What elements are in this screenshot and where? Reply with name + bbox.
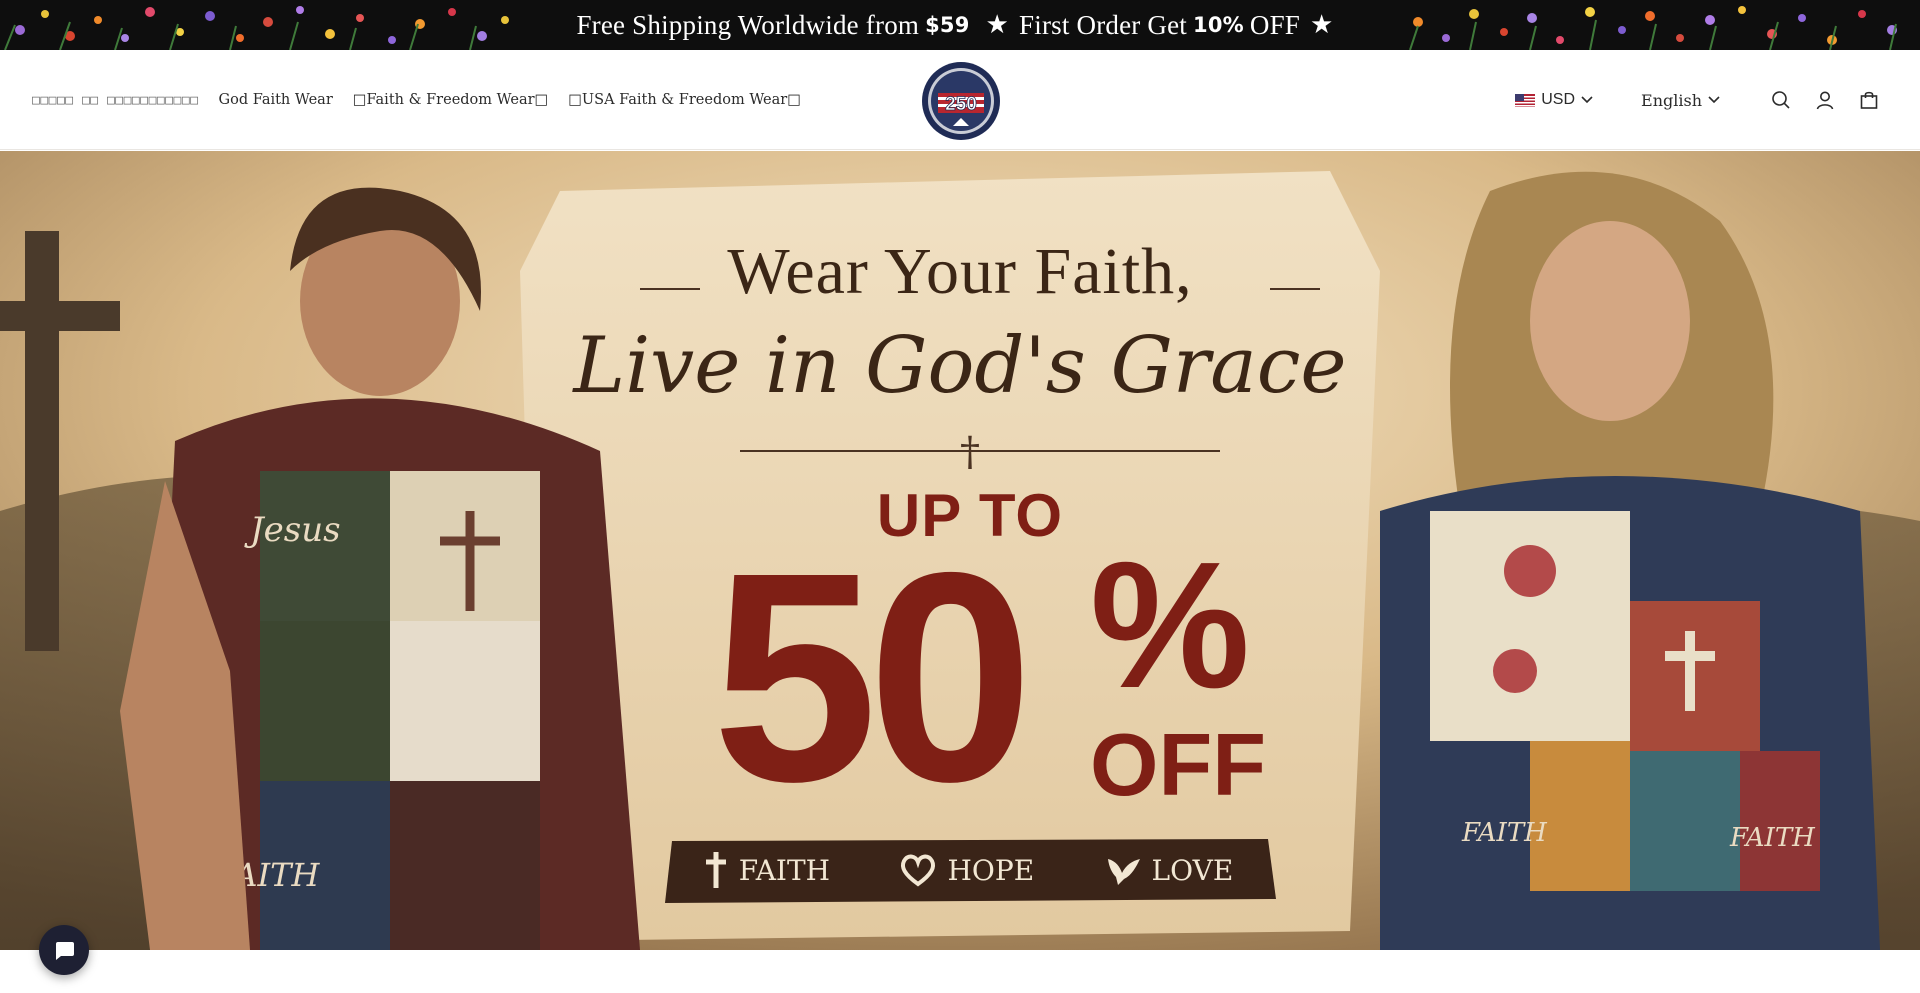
announcement-part2: First Order Get: [1019, 9, 1188, 40]
value-faith-label: FAITH: [738, 853, 831, 887]
site-logo[interactable]: 250: [920, 60, 1002, 142]
nav-item-god-faith-wear[interactable]: God Faith Wear: [219, 92, 333, 108]
shirt-text-faith-right2: FAITH: [1729, 823, 1816, 853]
cart-icon[interactable]: [1858, 89, 1880, 111]
header-tools: USD English: [1515, 50, 1880, 150]
star-icon: ★: [1310, 10, 1334, 39]
value-love-label: LOVE: [1151, 853, 1234, 887]
chat-launcher-button[interactable]: [39, 925, 89, 975]
chevron-down-icon: [1708, 96, 1720, 104]
cross-icon: [705, 852, 726, 888]
chat-icon: [56, 942, 74, 960]
star-icon: ★: [985, 10, 1010, 39]
site-header: □□□□□ □□ □□□□□□□□□□□ God Faith Wear □Fai…: [0, 50, 1920, 150]
value-faith: FAITH: [703, 850, 830, 890]
chevron-down-icon: [1581, 96, 1593, 104]
us-flag-icon: [1515, 93, 1536, 107]
currency-label: USD: [1541, 91, 1576, 108]
svg-text:250: 250: [945, 94, 977, 115]
account-icon[interactable]: [1814, 89, 1836, 111]
hero-headline: Wear Your Faith,: [727, 235, 1193, 308]
announcement-part1: Free Shipping Worldwide from: [576, 9, 920, 40]
shirt-text-faith-right1: FAITH: [1461, 818, 1548, 848]
search-icon[interactable]: [1770, 89, 1792, 111]
svg-text:†: †: [960, 429, 980, 475]
dove-icon: [1107, 859, 1140, 885]
announcement-bar: Free Shipping Worldwide from $59 ★ First…: [0, 0, 1920, 50]
nav-item-1[interactable]: □□□□□ □□ □□□□□□□□□□□: [32, 93, 199, 108]
currency-selector[interactable]: USD: [1515, 91, 1593, 109]
hero-banner[interactable]: † Jesus FAITH FAITH FAITH Wear Your Fait…: [0, 151, 1920, 950]
announcement-discount: 10%: [1193, 13, 1244, 37]
hero-percent: %: [1090, 525, 1251, 726]
hero-discount-number: 50: [712, 511, 1033, 844]
flower-decoration-right: [1409, 6, 1897, 50]
heart-icon: [901, 854, 936, 887]
announcement-part3: OFF: [1249, 9, 1301, 40]
announcement-amount: $59: [925, 13, 970, 37]
value-love: LOVE: [1104, 853, 1234, 887]
values-band: FAITH HOPE LOVE: [668, 839, 1268, 901]
main-nav: □□□□□ □□ □□□□□□□□□□□ God Faith Wear □Fai…: [32, 50, 801, 150]
nav-item-faith-freedom-wear[interactable]: □Faith & Freedom Wear□: [353, 92, 548, 108]
language-label: English: [1641, 90, 1702, 110]
hero-subheadline: Live in God's Grace: [573, 321, 1347, 411]
value-hope: HOPE: [899, 853, 1034, 887]
hero-off: OFF: [1090, 715, 1266, 814]
language-selector[interactable]: English: [1641, 91, 1720, 110]
nav-item-usa-faith-freedom-wear[interactable]: □USA Faith & Freedom Wear□: [568, 92, 801, 108]
value-hope-label: HOPE: [947, 853, 1035, 887]
